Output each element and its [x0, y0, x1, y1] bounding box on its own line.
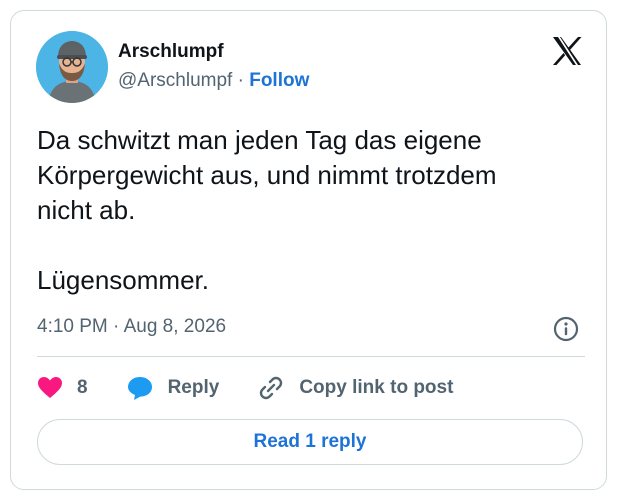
x-logo-icon[interactable] — [549, 33, 585, 69]
reply-label: Reply — [167, 377, 220, 398]
info-icon[interactable] — [552, 315, 580, 343]
avatar-image — [36, 31, 108, 103]
copy-link-label: Copy link to post — [299, 377, 454, 398]
like-button[interactable]: 8 — [37, 376, 88, 400]
avatar[interactable] — [36, 31, 108, 103]
reply-button[interactable]: Reply — [126, 375, 220, 401]
tweet-text: Da schwitzt man jeden Tag das eigene Kör… — [37, 125, 497, 295]
read-replies-button[interactable]: Read 1 reply — [37, 419, 583, 465]
reply-bubble-icon — [127, 377, 152, 400]
link-icon — [260, 376, 283, 400]
divider — [37, 356, 585, 357]
author-handle-line: @Arschlumpf · Follow — [118, 70, 309, 92]
follow-button[interactable]: Follow — [249, 70, 309, 91]
author-handle[interactable]: @Arschlumpf — [118, 70, 232, 91]
copy-link-button[interactable]: Copy link to post — [257, 374, 453, 402]
tweet-timestamp[interactable]: 4:10 PM · Aug 8, 2026 — [37, 316, 226, 338]
author-name[interactable]: Arschlumpf — [118, 41, 224, 63]
like-count: 8 — [77, 377, 88, 398]
tweet-card: Arschlumpf @Arschlumpf · Follow Da schwi… — [10, 10, 607, 490]
heart-icon — [38, 377, 62, 398]
action-bar: 8 Reply Copy link to post — [37, 373, 491, 403]
separator-dot: · — [237, 70, 244, 91]
